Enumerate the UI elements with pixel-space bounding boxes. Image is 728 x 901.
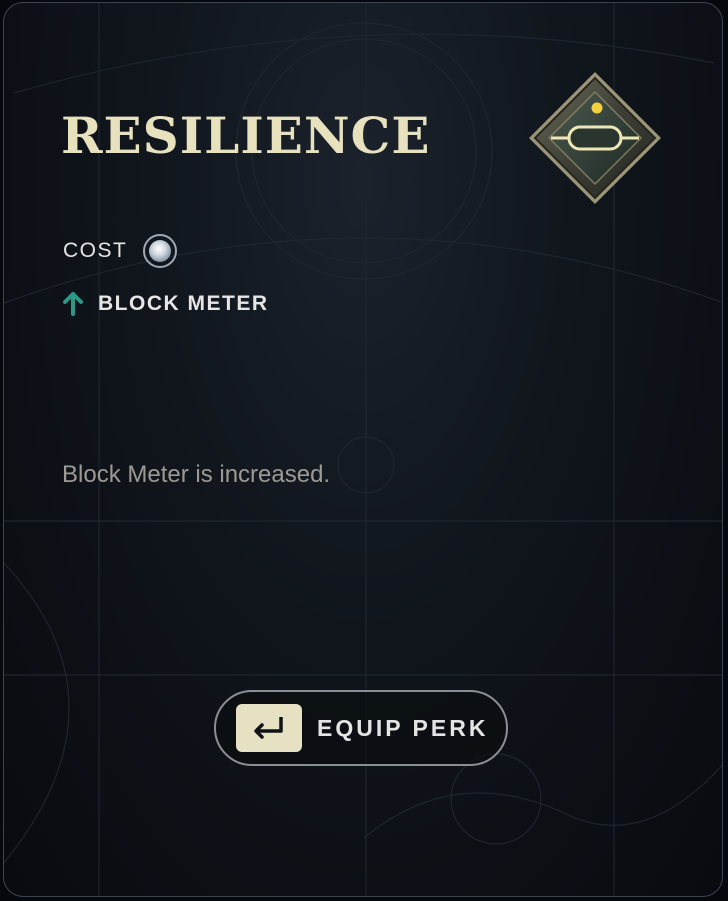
silver-orb-icon bbox=[143, 234, 178, 268]
perk-title: RESILIENCE bbox=[61, 106, 431, 165]
enter-arrow-icon bbox=[254, 717, 283, 739]
perk-card: RESILIENCE COST BLOCK METER Block Meter … bbox=[3, 2, 723, 897]
cost-label: COST bbox=[63, 239, 128, 262]
resilience-diamond-icon bbox=[529, 72, 661, 204]
equip-perk-label: EQUIP PERK bbox=[317, 714, 489, 741]
stat-row: BLOCK METER bbox=[62, 289, 269, 319]
arrow-up-icon bbox=[63, 292, 83, 316]
equip-perk-button[interactable]: EQUIP PERK bbox=[214, 690, 508, 766]
cost-row: COST bbox=[63, 234, 178, 268]
stat-label: BLOCK METER bbox=[98, 292, 269, 315]
perk-description: Block Meter is increased. bbox=[62, 461, 331, 488]
enter-key-icon bbox=[236, 704, 302, 752]
